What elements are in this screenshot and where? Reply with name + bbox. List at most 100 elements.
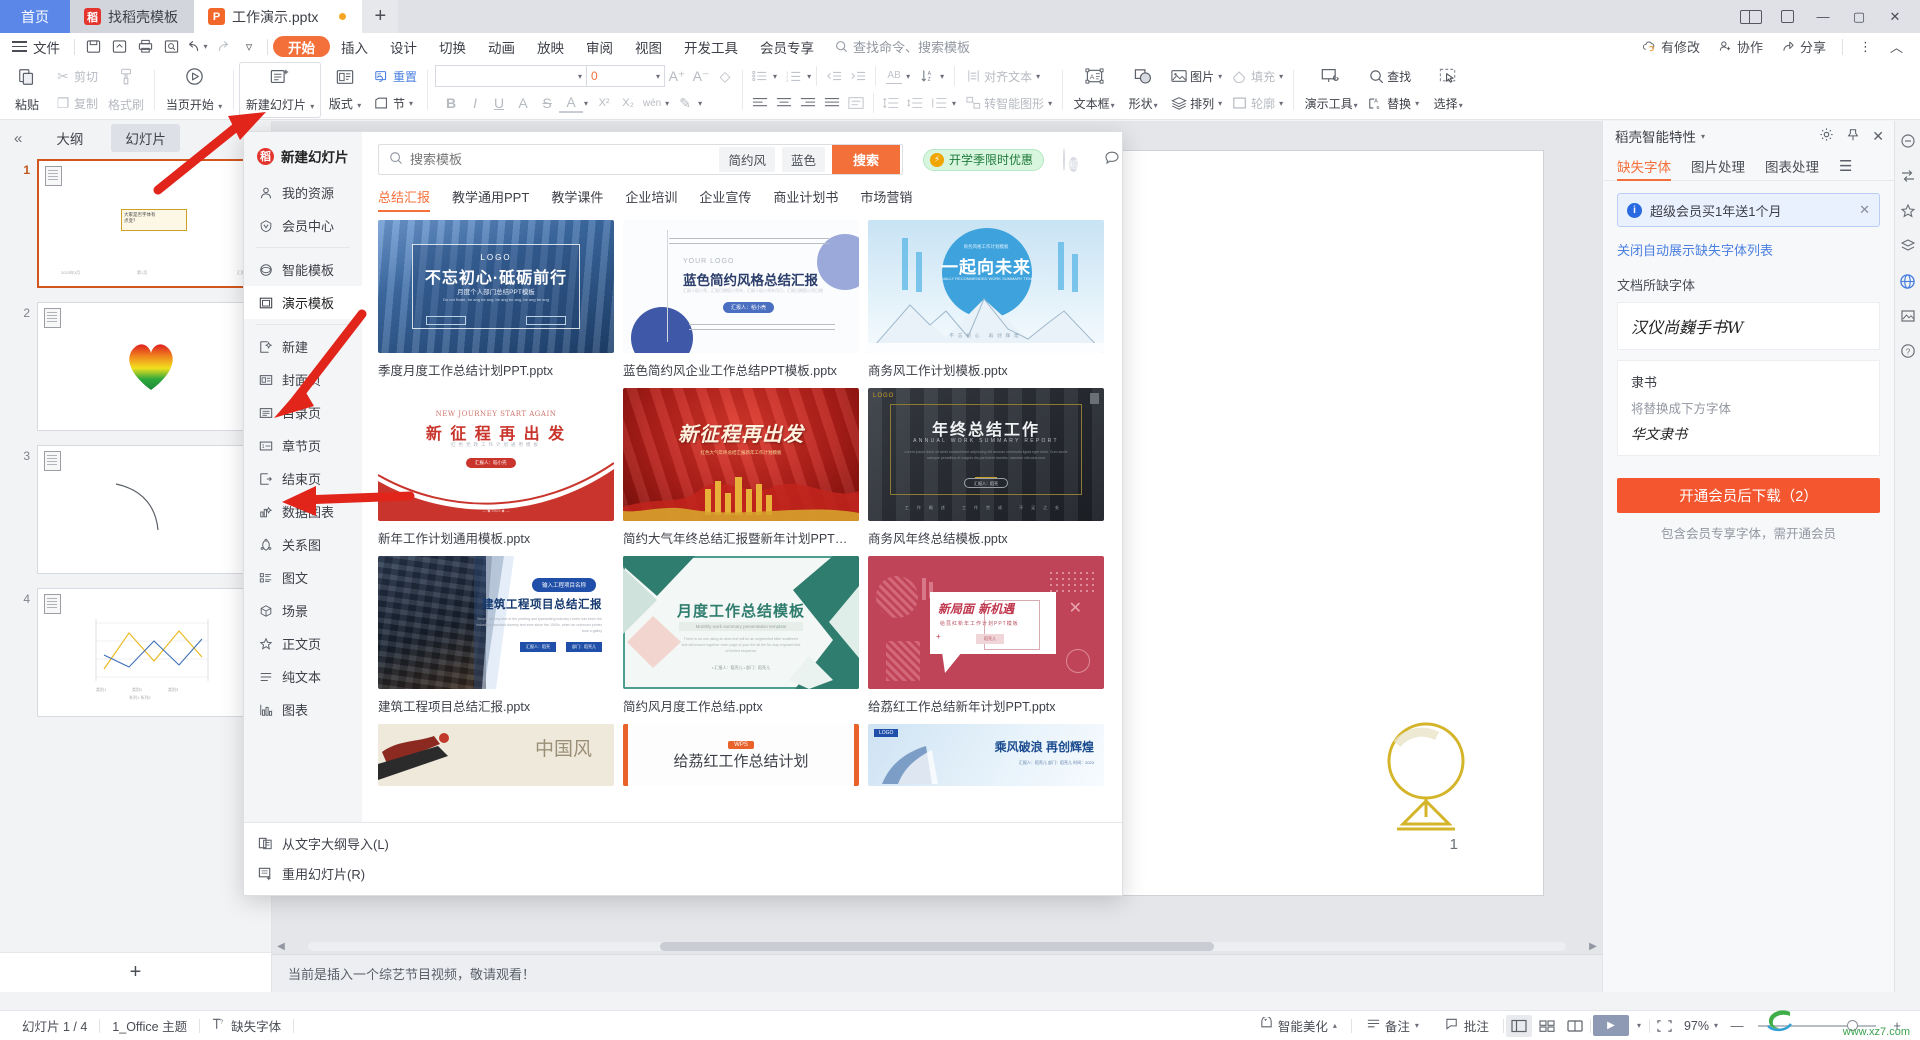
- shadow-button[interactable]: A: [511, 91, 535, 115]
- template-thumbnail[interactable]: 月度工作总结模板 Monthly work summary presentati…: [623, 556, 859, 689]
- dropdown-item-end-page[interactable]: 结束页: [244, 462, 362, 495]
- dropdown-item-member-center[interactable]: 会员中心: [244, 209, 362, 242]
- ribbon-tab-insert[interactable]: 插入: [330, 36, 379, 57]
- superscript-button[interactable]: X²: [592, 91, 616, 115]
- slide-thumbnail-row[interactable]: 2: [0, 302, 271, 431]
- missing-font-status[interactable]: ? 缺失字体: [200, 1016, 293, 1035]
- print-preview-icon[interactable]: [158, 36, 184, 58]
- help-rail-icon[interactable]: ?: [1898, 341, 1918, 361]
- promo-notice[interactable]: i 超级会员买1年送1个月 ✕: [1617, 193, 1880, 227]
- search-input[interactable]: [410, 152, 720, 167]
- new-slide-button[interactable]: 新建幻灯片 ▾: [239, 61, 322, 118]
- decrease-indent-button[interactable]: [822, 64, 846, 88]
- close-window-button[interactable]: ✕: [1878, 4, 1912, 30]
- search-button[interactable]: 搜索: [832, 145, 900, 174]
- select-button[interactable]: 选择▾: [1424, 62, 1472, 118]
- more-options-icon[interactable]: ⋮: [1852, 39, 1879, 55]
- save-as-icon[interactable]: [106, 36, 132, 58]
- template-thumbnail[interactable]: LOGO 乘风破浪 再创辉煌 汇报人：稻壳儿 部门：稻壳儿 时间：2023: [868, 724, 1104, 786]
- row-spacing-button[interactable]: [927, 91, 951, 115]
- dropdown-item-image-text[interactable]: 图文: [244, 561, 362, 594]
- zoom-out-button[interactable]: —: [1724, 1015, 1750, 1037]
- template-card[interactable]: ✕ 新局面 新机遇 给荔红新年工作计划PPT模板 稻壳儿 + 给荔红工作总结新年…: [868, 556, 1104, 715]
- slide-sorter-icon[interactable]: [1534, 1015, 1560, 1037]
- underline-button[interactable]: U: [487, 91, 511, 115]
- scroll-track[interactable]: [308, 941, 1566, 951]
- disable-autoshow-link[interactable]: 关闭自动展示缺失字体列表: [1617, 240, 1880, 259]
- start-slideshow-button[interactable]: ▶: [1592, 1015, 1629, 1036]
- template-card[interactable]: LOGO 乘风破浪 再创辉煌 汇报人：稻壳儿 部门：稻壳儿 时间：2023: [868, 724, 1104, 786]
- slide-thumbnail-list[interactable]: 1 大家是否字体有点变？ 2023年3月 第1页 汇报人 2: [0, 155, 271, 952]
- template-thumbnail[interactable]: ✕ 新局面 新机遇 给荔红新年工作计划PPT模板 稻壳儿 +: [868, 556, 1104, 689]
- undo-icon[interactable]: ▾: [184, 36, 210, 58]
- dropdown-item-my-resources[interactable]: 我的资源: [244, 176, 362, 209]
- align-text-button[interactable]: 对齐文本 ▾: [960, 64, 1045, 88]
- dropdown-item-toc-page[interactable]: 目录页: [244, 396, 362, 429]
- template-card[interactable]: LOGO 年终总结工作 ANNUAL WORK SUMMARY REPORT L…: [868, 388, 1104, 547]
- increase-indent-button[interactable]: [846, 64, 870, 88]
- template-card[interactable]: 月度工作总结模板 Monthly work summary presentati…: [623, 556, 859, 715]
- template-thumbnail[interactable]: YOUR LOGO 蓝色简约风格总结汇报 汇报人稻小壳，汇报日期稻小壳年，汇报人…: [623, 220, 859, 353]
- template-card[interactable]: NEW JOURNEY START AGAIN 新 征 程 再 出 发 红色党政…: [378, 388, 614, 547]
- format-painter-button[interactable]: 格式刷: [103, 62, 149, 118]
- dropdown-item-cover-page[interactable]: 封面页: [244, 363, 362, 396]
- import-from-outline-button[interactable]: 从文字大纲导入(L): [244, 828, 1122, 858]
- ribbon-tab-design[interactable]: 设计: [379, 36, 428, 57]
- close-notice-icon[interactable]: ✕: [1859, 202, 1870, 218]
- strikethrough-button[interactable]: S: [535, 91, 559, 115]
- slide-count-status[interactable]: 幻灯片 1 / 4: [10, 1016, 99, 1035]
- theme-status[interactable]: 1_Office 主题: [100, 1016, 199, 1035]
- notes-toggle-button[interactable]: 备注 ▾: [1354, 1016, 1431, 1035]
- search-chip-style[interactable]: 简约风: [719, 147, 775, 172]
- template-card[interactable]: YOUR LOGO 蓝色简约风格总结汇报 汇报人稻小壳，汇报日期稻小壳年，汇报人…: [623, 220, 859, 379]
- category-business-plan[interactable]: 商业计划书: [773, 187, 838, 206]
- dropdown-item-smart-template[interactable]: 智能模板: [244, 253, 362, 286]
- panel-menu-icon[interactable]: ☰: [1839, 151, 1852, 181]
- slide-thumbnail-1[interactable]: 大家是否字体有点变？ 2023年3月 第1页 汇报人: [37, 159, 261, 288]
- align-center-button[interactable]: [772, 91, 796, 115]
- copy-button[interactable]: ❐ 复制: [50, 91, 103, 115]
- cloud-sync-status[interactable]: 有修改: [1635, 37, 1707, 56]
- ribbon-tab-transition[interactable]: 切换: [428, 36, 477, 57]
- template-card[interactable]: LOGO 不忘初心·砥砺前行 月度个人部门总结PPT模板 Do not fixa…: [378, 220, 614, 379]
- new-tab-button[interactable]: +: [362, 0, 399, 33]
- subscript-button[interactable]: X₂: [616, 91, 640, 115]
- ribbon-tab-view[interactable]: 视图: [624, 36, 673, 57]
- zoom-level[interactable]: 97% ▾: [1680, 1019, 1722, 1033]
- template-card[interactable]: 中国风: [378, 724, 614, 786]
- outline-button[interactable]: 轮廓 ▾: [1227, 91, 1288, 115]
- slide-thumbnail-4[interactable]: 类别1 类别2 类别3 系列1 系列2: [37, 588, 261, 717]
- section-button[interactable]: 节 ▾: [369, 91, 418, 115]
- comments-toggle-button[interactable]: 批注: [1433, 1016, 1501, 1035]
- tab-slides[interactable]: 幻灯片: [111, 124, 180, 152]
- tab-outline[interactable]: 大纲: [42, 124, 97, 152]
- align-right-button[interactable]: [796, 91, 820, 115]
- start-from-page-button[interactable]: 当页开始 ▾: [160, 62, 228, 118]
- transform-rail-icon[interactable]: [1898, 166, 1918, 186]
- present-tools-button[interactable]: 演示工具▾: [1299, 62, 1363, 118]
- font-size-select[interactable]: 0 ▾: [587, 65, 666, 87]
- split-view-icon[interactable]: [1734, 4, 1768, 30]
- layout-button[interactable]: 版式 ▾: [321, 62, 369, 118]
- search-chip-color[interactable]: 蓝色: [781, 147, 825, 172]
- normal-view-icon[interactable]: [1505, 1014, 1532, 1037]
- slide-thumbnail-row[interactable]: 1 大家是否字体有点变？ 2023年3月 第1页 汇报人: [0, 159, 271, 288]
- shrink-font-button[interactable]: A⁻: [689, 64, 713, 88]
- slideshow-options-caret[interactable]: ▾: [1637, 1021, 1641, 1030]
- ribbon-tab-slideshow[interactable]: 放映: [526, 36, 575, 57]
- share-button[interactable]: 分享: [1774, 37, 1833, 56]
- ribbon-tab-developer[interactable]: 开发工具: [673, 36, 749, 57]
- save-icon[interactable]: [80, 36, 106, 58]
- template-thumbnail[interactable]: LOGO 不忘初心·砥砺前行 月度个人部门总结PPT模板 Do not fixa…: [378, 220, 614, 353]
- reuse-slides-button[interactable]: 重用幻灯片(R): [244, 858, 1122, 888]
- feedback-icon[interactable]: [1104, 150, 1120, 170]
- phonetic-button[interactable]: wén: [640, 91, 664, 115]
- bold-button[interactable]: B: [439, 91, 463, 115]
- reset-button[interactable]: 重置: [369, 64, 422, 88]
- smart-beautify-button[interactable]: 智能美化 ▴: [1247, 1016, 1349, 1035]
- find-button[interactable]: 查找: [1363, 64, 1416, 88]
- tab-work-presentation[interactable]: P 工作演示.pptx: [194, 0, 363, 33]
- dropdown-item-plain-text[interactable]: 纯文本: [244, 660, 362, 693]
- reading-view-icon[interactable]: [1562, 1015, 1588, 1037]
- template-thumbnail[interactable]: NEW JOURNEY START AGAIN 新 征 程 再 出 发 红色党政…: [378, 388, 614, 521]
